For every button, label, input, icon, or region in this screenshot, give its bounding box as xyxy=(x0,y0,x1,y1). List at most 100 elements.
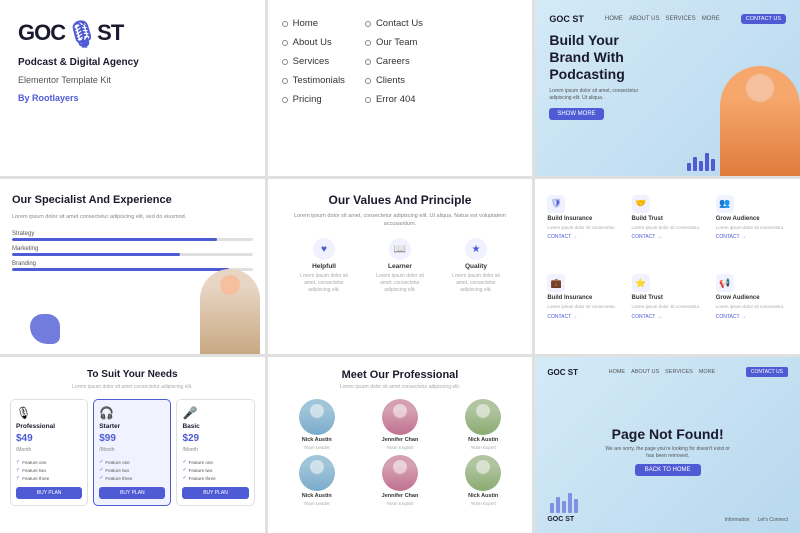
nav-bullet xyxy=(282,59,288,65)
star-icon: ★ xyxy=(465,238,487,260)
value-quality: ★ Quality Lorem ipsum dolor sit amet, co… xyxy=(446,238,506,294)
card-nav-links: Home About Us Services Testimonials Pric… xyxy=(268,0,533,176)
nav-item-testimonials[interactable]: Testimonials xyxy=(282,75,345,86)
value-label: Learner xyxy=(388,263,412,270)
hero-subtext: Lorem ipsum dolor sit amet, consectetur … xyxy=(549,88,649,102)
404-headline: Page Not Found! xyxy=(612,426,724,442)
tagline1: Podcast & Digital Agency xyxy=(18,56,247,69)
hero-cta-button[interactable]: SHOW MORE xyxy=(549,108,603,120)
nav-item-404[interactable]: Error 404 xyxy=(365,94,423,105)
404-topbar: GOC ST HOME ABOUT US SERVICES MORE CONTA… xyxy=(547,367,788,377)
nav-item-pricing[interactable]: Pricing xyxy=(282,94,345,105)
avatar-face xyxy=(382,399,418,435)
nav-bullet xyxy=(282,97,288,103)
value-learner: 📖 Learner Lorem ipsum dolor sit amet, co… xyxy=(370,238,430,294)
team-member-5: Jennifer Chan Team English xyxy=(361,455,439,506)
avatar-2 xyxy=(382,399,418,435)
audience-icon-2: 📢 xyxy=(716,274,734,292)
brand-logo: GOC🎙ST xyxy=(18,20,247,46)
hero-headline: Build Your Brand With Podcasting xyxy=(549,32,649,82)
nav-item-services[interactable]: Services xyxy=(282,56,345,67)
progress-fill xyxy=(12,253,180,256)
card-pricing: To Suit Your Needs Lorem ipsum dolor sit… xyxy=(0,357,265,533)
nav-item-team[interactable]: Our Team xyxy=(365,37,423,48)
nav-bullet xyxy=(365,97,371,103)
avatar-6 xyxy=(465,455,501,491)
avatar-face xyxy=(299,455,335,491)
progress-bars: Strategy Marketing Branding xyxy=(12,231,253,271)
values-title: Our Values And Principle xyxy=(280,193,521,207)
value-label: Helpfull xyxy=(312,263,336,270)
progress-bar-3: Branding xyxy=(12,261,253,271)
hero-audio-bars xyxy=(687,153,715,171)
progress-fill xyxy=(12,238,217,241)
specialist-title: Our Specialist And Experience xyxy=(12,193,253,207)
nav-item-home[interactable]: Home xyxy=(282,18,345,29)
bar-3 xyxy=(699,161,703,171)
value-helpfull: ♥ Helpfull Lorem ipsum dolor sit amet, c… xyxy=(294,238,354,294)
progress-track xyxy=(12,253,253,256)
nav-bullet xyxy=(365,21,371,27)
card-specialist: Our Specialist And Experience Lorem ipsu… xyxy=(0,179,265,355)
404-logo: GOC ST xyxy=(547,368,578,377)
price-icon-2: 🎧 xyxy=(99,406,165,420)
bar-5 xyxy=(711,159,715,171)
trust-icon-2: ⭐ xyxy=(632,274,650,292)
price-features: Feature one Feature two Feature three xyxy=(182,459,248,481)
bar-3 xyxy=(562,501,566,513)
nav-item-careers[interactable]: Careers xyxy=(365,56,423,67)
value-label: Quality xyxy=(465,263,487,270)
404-nav: HOME ABOUT US SERVICES MORE xyxy=(609,369,716,375)
buy-plan-btn-2[interactable]: BUY PLAN xyxy=(99,487,165,499)
team-member-6: Nick Austin Team Expert xyxy=(444,455,522,506)
404-footer-logo: GOC ST xyxy=(547,516,574,523)
price-icon-3: 🎤 xyxy=(182,406,248,420)
value-desc: Lorem ipsum dolor sit amet, consectetur … xyxy=(370,273,430,294)
team-member-1: Nick Austin Team Leader xyxy=(278,399,356,450)
tagline2: Elementor Template Kit xyxy=(18,75,247,85)
bar-1 xyxy=(550,503,554,513)
team-member-2: Jennifer Chan Team English xyxy=(361,399,439,450)
progress-track xyxy=(12,238,253,241)
nav-bullet xyxy=(365,40,371,46)
price-features: Feature one Feature two Feature three xyxy=(16,459,82,481)
value-desc: Lorem ipsum dolor sit amet, consectetur … xyxy=(294,273,354,294)
feature-6: 📢 Grow Audience Lorem ipsum dolor sit co… xyxy=(712,268,792,344)
feature-3: 👥 Grow Audience Lorem ipsum dolor sit co… xyxy=(712,189,792,265)
progress-bar-2: Marketing xyxy=(12,246,253,256)
value-desc: Lorem ipsum dolor sit amet, consectetur … xyxy=(446,273,506,294)
specialist-person-image xyxy=(200,269,260,354)
avatar-5 xyxy=(382,455,418,491)
values-icons: ♥ Helpfull Lorem ipsum dolor sit amet, c… xyxy=(280,238,521,294)
insurance-icon-2: 💼 xyxy=(547,274,565,292)
price-icon: 🎙 xyxy=(16,406,82,420)
avatar-3 xyxy=(465,399,501,435)
feature-1: 🛡 Build Insurance Lorem ipsum dolor sit … xyxy=(543,189,623,265)
hero-nav: HOME ABOUT US SERVICES MORE xyxy=(605,16,720,22)
404-contact-btn[interactable]: CONTACT US xyxy=(746,367,788,377)
hero-logo: GOC ST xyxy=(549,14,584,24)
nav-item-contact[interactable]: Contact Us xyxy=(365,18,423,29)
progress-bar-1: Strategy xyxy=(12,231,253,241)
buy-plan-btn-3[interactable]: BUY PLAN xyxy=(182,487,248,499)
back-home-button[interactable]: BACK TO HOME xyxy=(635,464,701,476)
hero-contact-btn[interactable]: CONTACT US xyxy=(741,14,786,24)
progress-fill xyxy=(12,268,229,271)
main-container: GOC🎙ST Podcast & Digital Agency Elemento… xyxy=(0,0,800,533)
hero-topbar: GOC ST HOME ABOUT US SERVICES MORE CONTA… xyxy=(549,14,786,24)
pricing-cards: 🎙 Professional $49 /Month Feature one Fe… xyxy=(10,399,255,506)
team-title: Meet Our Professional xyxy=(278,369,523,381)
team-grid: Nick Austin Team Leader Jennifer Chan Te… xyxy=(278,399,523,506)
pricing-subtext: Lorem ipsum dolor sit amet consectetur a… xyxy=(10,384,255,391)
decorative-blob xyxy=(30,314,60,344)
hero-person-image xyxy=(720,66,800,176)
nav-bullet xyxy=(282,78,288,84)
buy-plan-btn[interactable]: BUY PLAN xyxy=(16,487,82,499)
bar-2 xyxy=(556,497,560,513)
nav-item-clients[interactable]: Clients xyxy=(365,75,423,86)
nav-item-about[interactable]: About Us xyxy=(282,37,345,48)
bar-4 xyxy=(705,153,709,171)
avatar-4 xyxy=(299,455,335,491)
avatar-face xyxy=(382,455,418,491)
pricing-title: To Suit Your Needs xyxy=(10,369,255,380)
